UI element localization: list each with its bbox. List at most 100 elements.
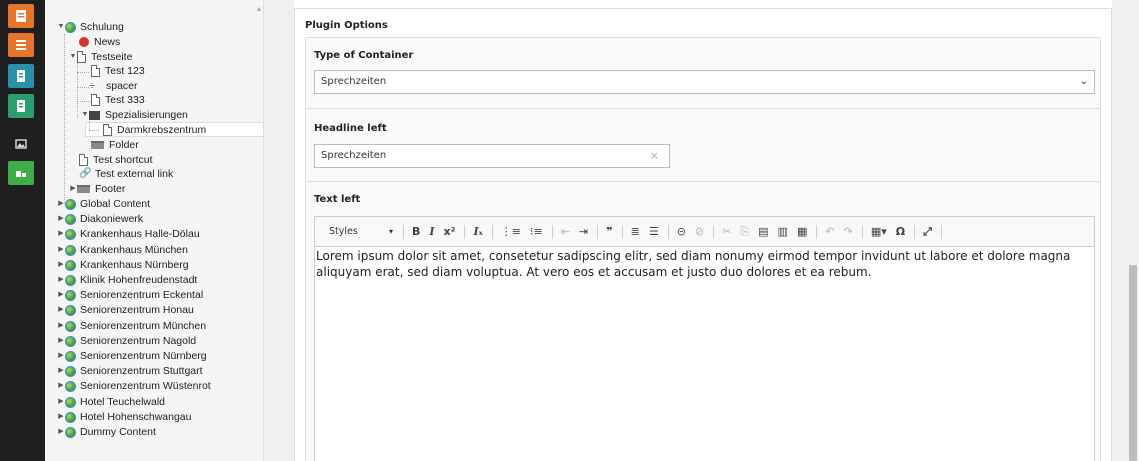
collapsed-arrow-icon[interactable]: ▶ <box>57 212 65 226</box>
folder-icon <box>91 141 104 149</box>
tree-node-news[interactable]: News <box>77 35 120 49</box>
extension-module-icon[interactable] <box>8 161 34 185</box>
tree-node-test-123[interactable]: Test 123 <box>91 64 145 78</box>
view-module-icon[interactable] <box>8 94 34 118</box>
tree-node-footer[interactable]: ▶ Footer <box>69 182 125 196</box>
tree-node-site[interactable]: ▶ Seniorenzentrum Honau <box>57 303 194 317</box>
type-of-container-label: Type of Container <box>314 50 414 61</box>
tree-node-folder[interactable]: Folder <box>91 138 139 152</box>
expanded-arrow-icon[interactable]: ▼ <box>69 50 77 64</box>
type-of-container-select[interactable]: Sprechzeiten ⌄ <box>314 70 1095 94</box>
tree-scroll-up-icon[interactable]: ▲ <box>255 6 263 16</box>
globe-icon <box>65 259 76 271</box>
tree-node-schulung[interactable]: ▼ Schulung <box>57 20 124 34</box>
tree-node-site[interactable]: ▶ Hotel Hohenschwangau <box>57 410 192 424</box>
scrollbar-thumb[interactable] <box>1129 265 1137 461</box>
info-module-icon[interactable] <box>8 64 34 88</box>
cut-icon[interactable]: ✂ <box>722 225 731 239</box>
collapsed-arrow-icon[interactable]: ▶ <box>57 303 65 317</box>
collapsed-arrow-icon[interactable]: ▶ <box>57 364 65 378</box>
collapsed-arrow-icon[interactable]: ▶ <box>57 379 65 393</box>
page-icon <box>77 51 86 63</box>
table-icon[interactable]: ▦▾ <box>871 225 887 239</box>
tree-node-spezialisierungen[interactable]: ▼ Spezialisierungen <box>81 108 188 122</box>
right-gutter <box>1112 0 1127 461</box>
collapsed-arrow-icon[interactable]: ▶ <box>57 243 65 257</box>
tree-node-site[interactable]: ▶ Diakoniewerk <box>57 212 143 226</box>
blockquote-icon[interactable]: ❞ <box>606 225 612 239</box>
collapsed-arrow-icon[interactable]: ▶ <box>57 425 65 439</box>
collapsed-arrow-icon[interactable]: ▶ <box>57 349 65 363</box>
tree-node-site[interactable]: ▶ Global Content <box>57 197 150 211</box>
link-icon[interactable]: ⊝ <box>677 225 686 239</box>
site-label: Hotel Hohenschwangau <box>80 411 192 423</box>
bulleted-list-icon[interactable]: ⁝≡ <box>530 225 543 239</box>
collapsed-arrow-icon[interactable]: ▶ <box>69 182 77 196</box>
link-icon: 🔗 <box>79 168 92 179</box>
tree-node-site[interactable]: ▶ Dummy Content <box>57 425 156 439</box>
align-center-icon[interactable]: ☰ <box>649 225 659 239</box>
tree-node-site[interactable]: ▶ Seniorenzentrum München <box>57 319 206 333</box>
paste-word-icon[interactable]: ▦ <box>797 225 807 239</box>
tree-node-testseite[interactable]: ▼ Testseite <box>69 50 132 64</box>
folder-icon <box>77 185 90 193</box>
tree-node-test-shortcut[interactable]: Test shortcut <box>79 153 153 167</box>
special-character-icon[interactable]: Ω <box>896 225 905 239</box>
outdent-icon[interactable]: ⇤ <box>561 225 570 239</box>
collapsed-arrow-icon[interactable]: ▶ <box>57 334 65 348</box>
paste-text-icon[interactable]: ▥ <box>778 225 788 239</box>
collapsed-arrow-icon[interactable]: ▶ <box>57 258 65 272</box>
tree-node-spacer[interactable]: ÷ spacer <box>89 79 138 93</box>
redo-icon[interactable]: ↷ <box>844 225 853 239</box>
site-label: Diakoniewerk <box>80 213 144 225</box>
tree-node-test-external-link[interactable]: 🔗 Test external link <box>79 167 173 181</box>
tree-node-site[interactable]: ▶ Seniorenzentrum Eckental <box>57 288 203 302</box>
expanded-arrow-icon[interactable]: ▼ <box>57 20 65 34</box>
collapsed-arrow-icon[interactable]: ▶ <box>57 319 65 333</box>
collapsed-arrow-icon[interactable]: ▶ <box>57 410 65 424</box>
headline-left-input[interactable]: Sprechzeiten × <box>314 144 670 168</box>
tree-node-site[interactable]: ▶ Klinik Hohenfreudenstadt <box>57 273 197 287</box>
copy-icon[interactable]: ⎘ <box>740 225 749 239</box>
tree-node-site[interactable]: ▶ Seniorenzentrum Nürnberg <box>57 349 206 363</box>
bold-icon[interactable]: B <box>412 225 420 239</box>
site-label: Krankenhaus Halle-Dölau <box>80 228 200 240</box>
site-label: Krankenhaus Nürnberg <box>80 259 189 271</box>
tree-node-site[interactable]: ▶ Seniorenzentrum Stuttgart <box>57 364 202 378</box>
list-module-icon[interactable] <box>8 33 34 57</box>
collapsed-arrow-icon[interactable]: ▶ <box>57 288 65 302</box>
tree-node-darmkrebszentrum[interactable]: Darmkrebszentrum <box>103 123 206 137</box>
collapsed-arrow-icon[interactable]: ▶ <box>57 197 65 211</box>
collapsed-arrow-icon[interactable]: ▶ <box>57 227 65 241</box>
filelist-module-icon[interactable] <box>8 132 34 156</box>
maximize-icon[interactable]: ⤢ <box>923 225 932 239</box>
globe-icon <box>65 228 76 240</box>
numbered-list-icon[interactable]: ⋮≡ <box>501 225 521 239</box>
undo-icon[interactable]: ↶ <box>825 225 834 239</box>
tree-node-test-333[interactable]: Test 333 <box>91 93 145 107</box>
italic-icon[interactable]: I <box>429 225 434 239</box>
indent-icon[interactable]: ⇥ <box>579 225 588 239</box>
remove-format-icon[interactable]: Iₓ <box>473 225 482 239</box>
globe-icon <box>65 21 76 33</box>
tree-node-site[interactable]: ▶ Hotel Teuchelwald <box>57 395 165 409</box>
expanded-arrow-icon[interactable]: ▼ <box>81 108 89 122</box>
tree-node-site[interactable]: ▶ Krankenhaus Halle-Dölau <box>57 227 200 241</box>
tree-node-site[interactable]: ▶ Krankenhaus Nürnberg <box>57 258 189 272</box>
tree-node-site[interactable]: ▶ Seniorenzentrum Wüstenrot <box>57 379 210 393</box>
superscript-icon[interactable]: x² <box>444 225 456 239</box>
toolbar-separator <box>403 224 404 239</box>
editor-text-area[interactable]: Lorem ipsum dolor sit amet, consetetur s… <box>316 248 1091 280</box>
clear-icon[interactable]: × <box>650 145 659 167</box>
tree-node-site[interactable]: ▶ Krankenhaus München <box>57 243 188 257</box>
tree-node-site[interactable]: ▶ Seniorenzentrum Nagold <box>57 334 196 348</box>
page-scrollbar[interactable] <box>1127 0 1139 461</box>
styles-dropdown[interactable]: Styles ▾ <box>329 226 393 237</box>
page-module-icon[interactable] <box>8 4 34 28</box>
paste-icon[interactable]: ▤ <box>758 225 768 239</box>
collapsed-arrow-icon[interactable]: ▶ <box>57 395 65 409</box>
toolbar-separator <box>551 224 553 239</box>
align-left-icon[interactable]: ≣ <box>631 225 640 239</box>
unlink-icon[interactable]: ⊘ <box>695 225 704 239</box>
collapsed-arrow-icon[interactable]: ▶ <box>57 273 65 287</box>
